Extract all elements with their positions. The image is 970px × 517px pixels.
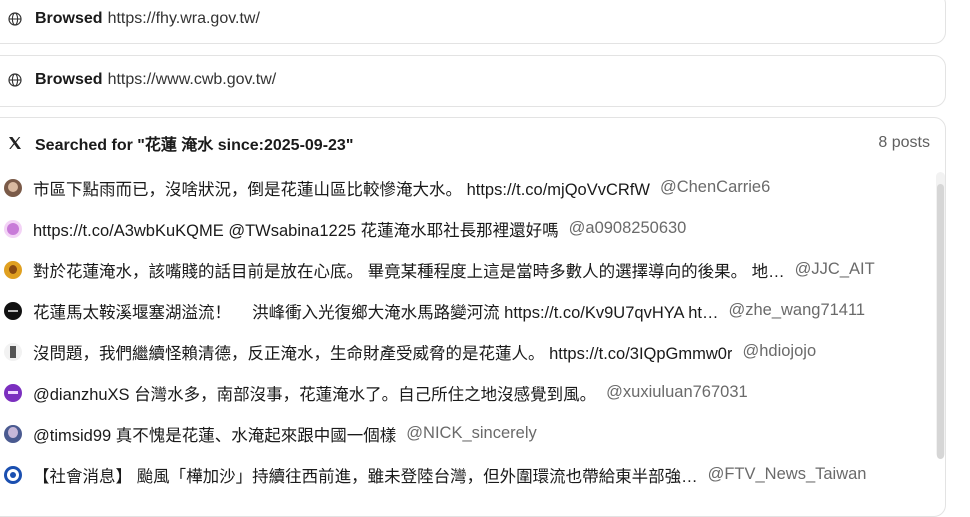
posts-list: 市區下點雨而已，沒啥狀況，倒是花蓮山區比較慘淹大水。 https://t.co/… (3, 167, 923, 495)
post-text: 沒問題，我們繼續怪賴清德，反正淹水，生命財產受威脅的是花蓮人。 https://… (33, 344, 733, 363)
post-handle[interactable]: @xuxiuluan767031 (606, 383, 748, 402)
post-item[interactable]: 對於花蓮淹水，該嘴賤的話目前是放在心底。 畢竟某種程度上這是當時多數人的選擇導向… (3, 249, 923, 290)
post-handle[interactable]: @zhe_wang71411 (728, 301, 865, 320)
browse-row: Browsed https://www.cwb.gov.tw/ (1, 69, 945, 91)
post-handle[interactable]: @FTV_News_Taiwan (708, 465, 867, 484)
post-text: 【社會消息】 颱風「樺加沙」持續往西前進，雖未登陸台灣，但外圍環流也帶給東半部強… (33, 467, 698, 486)
post-handle[interactable]: @hdiojojo (742, 342, 816, 361)
post-handle[interactable]: @NICK_sincerely (406, 424, 536, 443)
globe-icon (8, 12, 22, 26)
post-handle[interactable]: @ChenCarrie6 (660, 178, 770, 197)
post-text: @timsid99 真不愧是花蓮、水淹起來跟中國一個樣 (33, 426, 397, 445)
post-text: https://t.co/A3wbKuKQME @TWsabina1225 花蓮… (33, 221, 559, 240)
browse-url[interactable]: https://www.cwb.gov.tw/ (108, 71, 277, 89)
avatar (4, 219, 22, 238)
posts-scrollbar[interactable] (936, 172, 945, 459)
avatar (4, 260, 22, 279)
avatar (4, 383, 22, 402)
globe-icon (8, 73, 22, 87)
avatar (4, 342, 22, 361)
post-item[interactable]: 沒問題，我們繼續怪賴清德，反正淹水，生命財產受威脅的是花蓮人。 https://… (3, 331, 923, 372)
scrollbar-thumb[interactable] (937, 184, 944, 459)
post-text: 對於花蓮淹水，該嘴賤的話目前是放在心底。 畢竟某種程度上這是當時多數人的選擇導向… (33, 262, 785, 281)
post-item[interactable]: 花蓮馬太鞍溪堰塞湖溢流！ 洪峰衝入光復鄉大淹水馬路變河流 https://t.c… (3, 290, 923, 331)
avatar (4, 301, 22, 320)
browse-card-1[interactable]: Browsed https://fhy.wra.gov.tw/ (0, 0, 946, 44)
avatar (4, 178, 22, 197)
post-text: @dianzhuXS 台灣水多，南部沒事，花蓮淹水了。自己所住之地沒感覺到風。 (33, 385, 597, 404)
x-logo-icon (8, 136, 22, 150)
post-item[interactable]: @timsid99 真不愧是花蓮、水淹起來跟中國一個樣 @NICK_sincer… (3, 413, 923, 454)
avatar (4, 424, 22, 443)
post-text: 花蓮馬太鞍溪堰塞湖溢流！ 洪峰衝入光復鄉大淹水馬路變河流 https://t.c… (33, 303, 719, 322)
browse-card-2[interactable]: Browsed https://www.cwb.gov.tw/ (0, 55, 946, 107)
post-item[interactable]: 【社會消息】 颱風「樺加沙」持續往西前進，雖未登陸台灣，但外圍環流也帶給東半部強… (3, 454, 923, 495)
browse-url[interactable]: https://fhy.wra.gov.tw/ (108, 10, 260, 28)
post-item[interactable]: https://t.co/A3wbKuKQME @TWsabina1225 花蓮… (3, 208, 923, 249)
post-handle[interactable]: @a0908250630 (569, 219, 687, 238)
post-item[interactable]: @dianzhuXS 台灣水多，南部沒事，花蓮淹水了。自己所住之地沒感覺到風。 … (3, 372, 923, 413)
post-item[interactable]: 市區下點雨而已，沒啥狀況，倒是花蓮山區比較慘淹大水。 https://t.co/… (3, 167, 923, 208)
search-header: Searched for "花蓮 淹水 since:2025-09-23" 8 … (8, 132, 930, 154)
search-query-title: Searched for "花蓮 淹水 since:2025-09-23" (35, 137, 354, 154)
post-handle[interactable]: @JJC_AIT (795, 260, 875, 279)
browse-verb: Browsed (35, 10, 103, 27)
post-text: 市區下點雨而已，沒啥狀況，倒是花蓮山區比較慘淹大水。 https://t.co/… (33, 180, 650, 199)
avatar (4, 465, 22, 484)
browse-verb: Browsed (35, 71, 103, 88)
post-count: 8 posts (878, 134, 930, 151)
browse-row: Browsed https://fhy.wra.gov.tw/ (1, 8, 945, 30)
